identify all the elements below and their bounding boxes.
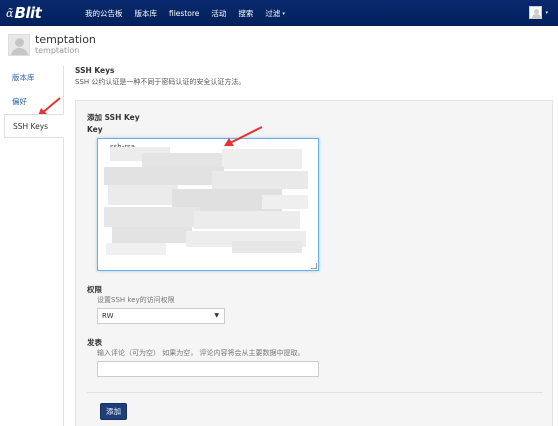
add-ssh-key-card: 添加 SSH Key Key ssh-rsa [75, 100, 553, 426]
key-label: Key [87, 125, 103, 134]
ssh-key-textarea[interactable]: ssh-rsa [97, 138, 319, 271]
brand-logo[interactable]: ɑ̃ Blit [6, 4, 42, 22]
main-content: SSH Keys SSH 公约认证是一种不同于密码认证的安全认证方法。 [75, 66, 553, 87]
top-navbar: ɑ̃ Blit 我的公告板 版本库 filestore 活动 搜索 过滤 ▾ ▾ [0, 0, 558, 26]
sidenav-item-ssh-keys[interactable]: SSH Keys [4, 114, 64, 138]
comment-label: 发表 [87, 338, 102, 347]
brand-text: Blit [14, 4, 42, 22]
nav-links: 我的公告板 版本库 filestore 活动 搜索 过滤 ▾ [85, 0, 297, 26]
brand-mark: ɑ̃ [6, 6, 14, 20]
profile-avatar-icon [8, 34, 30, 56]
chevron-down-icon: ▾ [282, 10, 285, 17]
card-title: 添加 SSH Key [87, 113, 140, 122]
filter-label: 过滤 [265, 8, 281, 18]
comment-hint: 输入评论（可为空） 如果为空， 评论内容将会从主要数据中提取。 [97, 349, 305, 357]
resize-handle-icon[interactable] [311, 263, 317, 269]
nav-item-activity[interactable]: 活动 [211, 8, 226, 19]
nav-item-dashboard[interactable]: 我的公告板 [85, 8, 123, 19]
permission-label: 权限 [87, 285, 102, 294]
page-description: SSH 公约认证是一种不同于密码认证的安全认证方法。 [75, 78, 246, 86]
permission-hint: 设置SSH key的访问权限 [97, 296, 175, 304]
user-menu[interactable]: ▾ [529, 6, 548, 19]
profile-header: temptation temptation [8, 34, 96, 56]
nav-item-repositories[interactable]: 版本库 [135, 8, 158, 19]
nav-item-filestore[interactable]: filestore [169, 9, 199, 18]
nav-item-filter-dropdown[interactable]: 过滤 ▾ [265, 8, 285, 19]
comment-input[interactable] [97, 361, 319, 377]
chevron-down-icon: ▾ [545, 9, 548, 16]
permission-select[interactable]: RW ▼ [97, 308, 225, 324]
form-divider [87, 392, 543, 393]
sidenav-item-repositories[interactable]: 版本库 [4, 66, 63, 90]
add-button[interactable]: 添加 [100, 403, 127, 420]
user-avatar-icon [529, 6, 543, 19]
permission-value: RW [102, 312, 114, 320]
profile-username: temptation [35, 46, 80, 55]
page-title: SSH Keys [75, 66, 115, 75]
profile-name: temptation [35, 33, 96, 46]
redacted-key-content [102, 145, 312, 257]
nav-item-search[interactable]: 搜索 [238, 8, 253, 19]
chevron-down-icon: ▼ [214, 312, 219, 319]
annotation-arrow-icon [224, 126, 263, 146]
